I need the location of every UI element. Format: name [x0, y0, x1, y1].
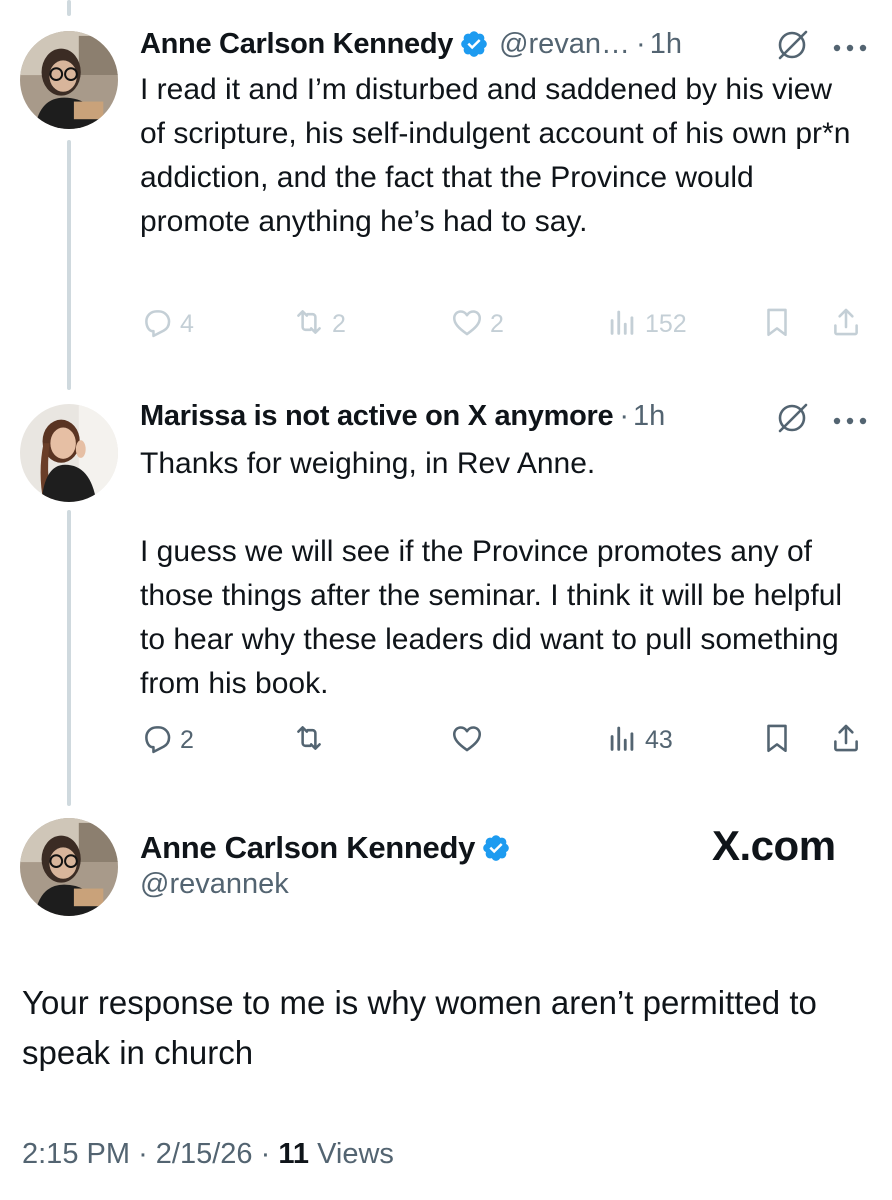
repost-icon [292, 721, 326, 760]
avatar[interactable] [20, 818, 118, 916]
handle[interactable]: @revan… [499, 28, 630, 61]
share-icon [829, 305, 863, 344]
main-name-row: Anne Carlson Kennedy [140, 826, 511, 870]
action-bar: 2 43 [140, 720, 880, 760]
verified-badge-icon [459, 29, 489, 59]
bookmark-icon [760, 305, 794, 344]
repost-button[interactable] [292, 720, 326, 760]
repost-button[interactable]: 2 [292, 304, 346, 344]
repost-count: 2 [332, 309, 346, 338]
more-icon[interactable] [832, 40, 868, 52]
avatar[interactable] [20, 31, 118, 129]
views-icon [605, 721, 639, 760]
views-button[interactable]: 43 [605, 720, 673, 760]
grok-icon[interactable] [776, 27, 810, 61]
tweet-time[interactable]: 2:15 PM [22, 1138, 130, 1170]
avatar[interactable] [20, 404, 118, 502]
thread-line-top [67, 0, 71, 16]
tweet-paragraph: I guess we will see if the Province prom… [140, 535, 843, 700]
like-button[interactable]: 2 [450, 304, 504, 344]
views-count: 43 [645, 725, 673, 754]
reply-count: 4 [180, 309, 194, 338]
handle[interactable]: @revannek [140, 868, 289, 901]
repost-icon [292, 305, 326, 344]
views-icon [605, 305, 639, 344]
action-bar: 4 2 2 152 [140, 304, 880, 344]
display-name[interactable]: Anne Carlson Kennedy [140, 28, 453, 61]
separator-dot: · [138, 1138, 148, 1170]
views-count: 11 [278, 1138, 310, 1170]
views-button[interactable]: 152 [605, 304, 687, 344]
timestamp[interactable]: 1h [633, 400, 665, 433]
like-count: 2 [490, 309, 504, 338]
verified-badge-icon [481, 833, 511, 863]
separator-dot: · [619, 399, 629, 432]
tweet-paragraph: I read it and I’m disturbed and saddened… [140, 73, 851, 238]
tweet-header: Marissa is not active on X anymore · 1h [140, 396, 665, 436]
timestamp[interactable]: 1h [650, 28, 682, 61]
separator-dot: · [636, 27, 646, 60]
like-icon [450, 721, 484, 760]
display-name[interactable]: Marissa is not active on X anymore [140, 400, 614, 433]
bookmark-icon [760, 721, 794, 760]
more-icon[interactable] [832, 413, 868, 425]
separator-dot: · [260, 1138, 271, 1170]
reply-icon [140, 305, 174, 344]
thread-line-2 [67, 510, 71, 806]
reply-icon [140, 721, 174, 760]
reply-button[interactable]: 4 [140, 304, 194, 344]
tweet-paragraph: Thanks for weighing, in Rev Anne. [140, 447, 596, 480]
tweet-meta: 2:15 PM · 2/15/26 · 11 Views [22, 1138, 394, 1171]
share-button[interactable] [829, 304, 863, 344]
display-name[interactable]: Anne Carlson Kennedy [140, 830, 475, 866]
like-icon [450, 305, 484, 344]
share-button[interactable] [829, 720, 863, 760]
tweet-text: I read it and I’m disturbed and saddened… [140, 68, 860, 244]
bookmark-button[interactable] [760, 304, 794, 344]
main-tweet-text: Your response to me is why women aren’t … [22, 984, 817, 1071]
reply-button[interactable]: 2 [140, 720, 194, 760]
xcom-watermark: X.com [712, 822, 836, 869]
share-icon [829, 721, 863, 760]
like-button[interactable] [450, 720, 484, 760]
tweet-text: Thanks for weighing, in Rev Anne. I gues… [140, 442, 860, 706]
views-count: 152 [645, 309, 687, 338]
bookmark-button[interactable] [760, 720, 794, 760]
tweet-header: Anne Carlson Kennedy @revan… · 1h [140, 24, 682, 64]
thread-line-1 [67, 140, 71, 390]
reply-count: 2 [180, 725, 194, 754]
tweet-date[interactable]: 2/15/26 [156, 1138, 253, 1170]
grok-icon[interactable] [776, 400, 810, 434]
views-label: Views [317, 1138, 394, 1170]
